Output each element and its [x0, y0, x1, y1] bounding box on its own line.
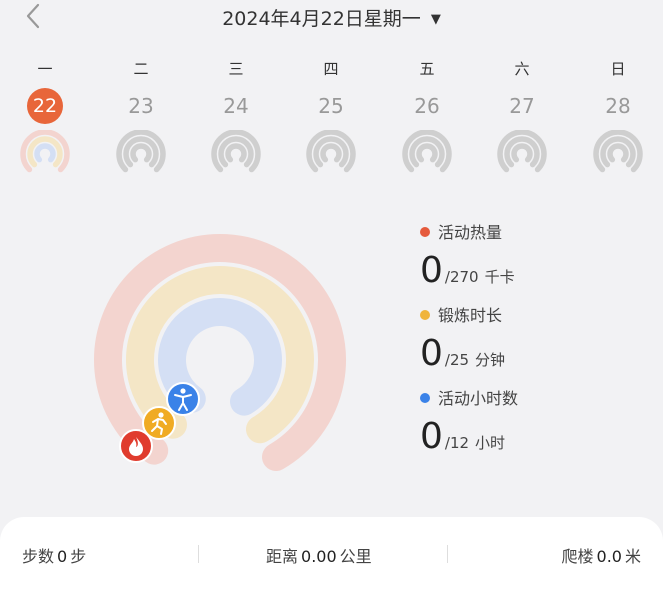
floors-stat: 爬楼 0.0 米: [562, 543, 641, 567]
mini-activity-ring-icon: [497, 130, 547, 173]
calories-current: 0: [420, 250, 443, 291]
date-number: 28: [605, 94, 631, 118]
calories-unit: 千卡: [484, 268, 515, 286]
date-number: 24: [223, 94, 249, 118]
date-title-text: 2024年4月22日星期一: [222, 8, 421, 30]
mini-activity-ring-icon: [593, 130, 643, 173]
day-item[interactable]: 五 26: [397, 58, 457, 174]
weekday-label: 六: [514, 60, 530, 78]
divider: [447, 545, 448, 563]
stand-label: 活动小时数: [438, 389, 519, 408]
day-item[interactable]: 日 28: [588, 58, 648, 174]
steps-unit: 步: [70, 547, 87, 566]
date-number: 25: [318, 94, 344, 118]
weekday-label: 二: [133, 60, 149, 78]
distance-value: 0.00: [301, 547, 337, 566]
weekday-label: 五: [419, 60, 435, 78]
calories-total: /270: [444, 268, 479, 286]
distance-label: 距离: [266, 547, 299, 566]
standing-person-icon: [166, 382, 200, 416]
week-strip: 一 22 二 23 三 24 四 25 五 26 六 27 日 28: [0, 58, 663, 178]
weekday-label: 三: [228, 60, 244, 78]
date-number: 27: [509, 94, 535, 118]
weekday-label: 日: [610, 60, 626, 78]
header: 2024年4月22日星期一 ▼: [0, 0, 663, 34]
date-number: 26: [414, 94, 440, 118]
mini-activity-ring-icon: [116, 130, 166, 173]
divider: [198, 545, 199, 563]
stand-unit: 小时: [475, 434, 506, 452]
day-item[interactable]: 三 24: [206, 58, 266, 174]
daily-summary-card[interactable]: 步数 0 步 距离 0.00 公里 爬楼 0.0 米: [0, 517, 663, 591]
day-item[interactable]: 六 27: [492, 58, 552, 174]
weekday-label: 四: [323, 60, 339, 78]
exercise-dot: [420, 310, 430, 320]
floors-label: 爬楼: [561, 547, 594, 566]
running-icon: [142, 406, 176, 440]
distance-stat: 距离 0.00 公里: [266, 543, 372, 567]
exercise-unit: 分钟: [475, 351, 506, 369]
stand-dot: [420, 393, 430, 403]
floors-value: 0.0: [596, 547, 622, 566]
day-item[interactable]: 一 22: [15, 58, 75, 174]
steps-stat: 步数 0 步: [22, 543, 86, 567]
mini-activity-ring-icon: [402, 130, 452, 173]
caret-down-icon: ▼: [430, 12, 441, 27]
steps-value: 0: [57, 547, 68, 566]
activity-rings: [94, 234, 346, 471]
day-item[interactable]: 四 25: [301, 58, 361, 174]
mini-activity-ring-icon: [306, 130, 356, 173]
floors-unit: 米: [624, 547, 641, 566]
exercise-stat: 锻炼时长 0/25 分钟: [420, 305, 506, 374]
day-item[interactable]: 二 23: [111, 58, 171, 174]
stand-current: 0: [420, 416, 443, 457]
date-number: 23: [128, 94, 154, 118]
exercise-current: 0: [420, 333, 443, 374]
selected-date-number: 22: [27, 88, 63, 124]
weekday-label: 一: [37, 60, 53, 78]
distance-unit: 公里: [339, 547, 372, 566]
stand-stat: 活动小时数 0/12 小时: [420, 388, 519, 457]
steps-label: 步数: [22, 547, 55, 566]
stand-total: /12: [444, 434, 470, 452]
exercise-total: /25: [444, 351, 470, 369]
calories-dot: [420, 227, 430, 237]
mini-activity-ring-icon: [20, 130, 70, 173]
calories-stat: 活动热量 0/270 千卡: [420, 222, 515, 291]
exercise-label: 锻炼时长: [438, 306, 503, 325]
date-selector[interactable]: 2024年4月22日星期一 ▼: [0, 4, 663, 31]
calories-label: 活动热量: [438, 223, 503, 242]
mini-activity-ring-icon: [211, 130, 261, 173]
